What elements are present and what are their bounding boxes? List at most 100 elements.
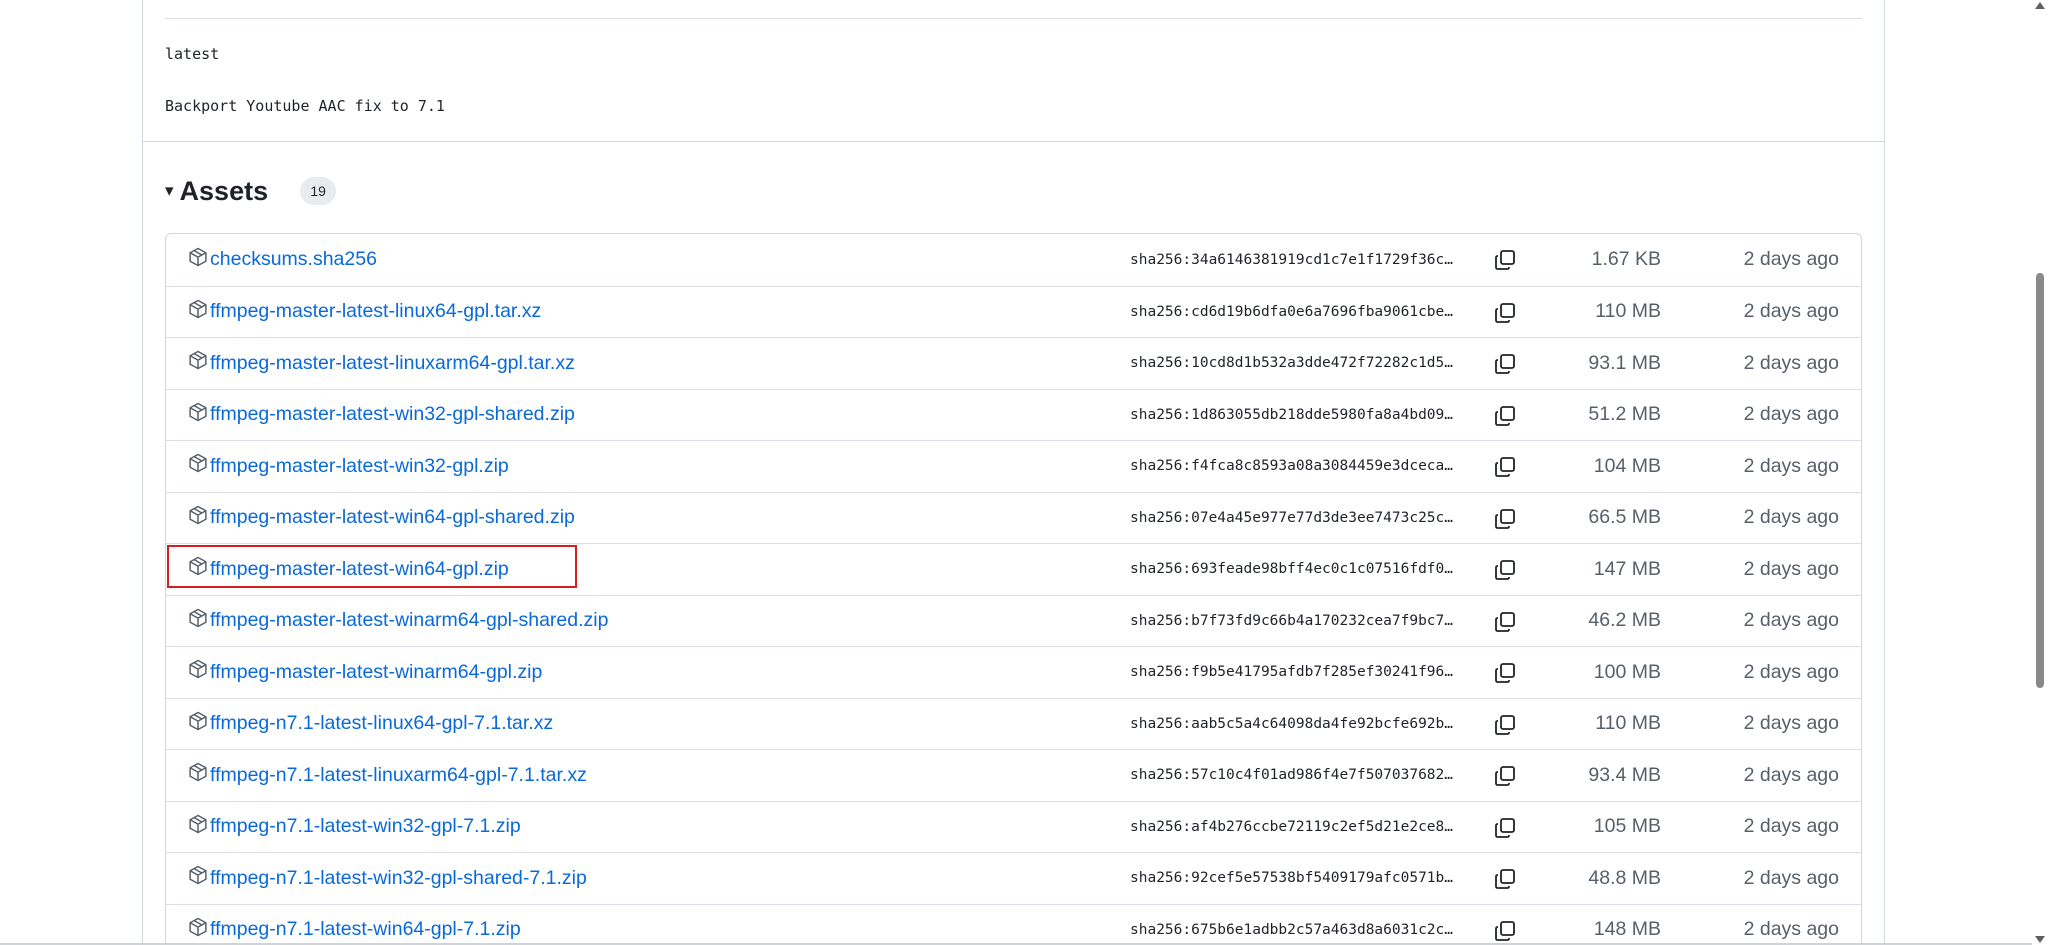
divider xyxy=(165,18,1862,19)
release-tag-text: latest xyxy=(165,45,220,63)
copy-icon[interactable] xyxy=(1493,352,1517,376)
asset-row: ffmpeg-n7.1-latest-win32-gpl-7.1.zip sha2… xyxy=(166,800,1861,853)
copy-icon[interactable] xyxy=(1493,764,1517,788)
asset-name: ffmpeg-master-latest-win64-gpl.zip xyxy=(210,557,509,580)
asset-name: ffmpeg-master-latest-linuxarm64-gpl.tar.… xyxy=(210,351,575,374)
asset-name: ffmpeg-n7.1-latest-win32-gpl-shared-7.1.… xyxy=(210,866,587,889)
asset-date: 2 days ago xyxy=(1743,300,1839,323)
asset-size: 105 MB xyxy=(1593,815,1661,838)
asset-name: ffmpeg-master-latest-winarm64-gpl-shared… xyxy=(210,609,609,632)
asset-row: ffmpeg-master-latest-linux64-gpl.tar.xz s… xyxy=(166,285,1861,338)
package-icon xyxy=(188,556,210,582)
asset-size: 66.5 MB xyxy=(1588,506,1661,529)
copy-icon[interactable] xyxy=(1493,610,1517,634)
asset-date: 2 days ago xyxy=(1743,660,1839,683)
asset-sha256: sha256:cd6d19b6dfa0e6a7696fba9061cbe… xyxy=(1130,303,1454,320)
assets-title: Assets xyxy=(179,175,269,206)
asset-download-link[interactable]: ffmpeg-master-latest-linuxarm64-gpl.tar.… xyxy=(188,338,575,389)
asset-sha256: sha256:f4fca8c8593a08a3084459e3dceca… xyxy=(1130,458,1454,475)
asset-size: 110 MB xyxy=(1595,712,1661,735)
asset-sha256: sha256:92cef5e57538bf5409179afc0571b… xyxy=(1130,870,1454,887)
asset-download-link[interactable]: ffmpeg-master-latest-win64-gpl.zip xyxy=(188,544,509,595)
asset-date: 2 days ago xyxy=(1743,248,1839,271)
scrollbar-thumb[interactable] xyxy=(2036,273,2044,688)
copy-icon[interactable] xyxy=(1493,558,1517,582)
asset-size: 93.4 MB xyxy=(1588,763,1661,786)
copy-icon[interactable] xyxy=(1493,919,1517,943)
asset-size: 104 MB xyxy=(1593,454,1661,477)
package-icon xyxy=(188,865,210,891)
asset-size: 93.1 MB xyxy=(1588,351,1661,374)
asset-size: 100 MB xyxy=(1593,660,1661,683)
copy-icon[interactable] xyxy=(1493,404,1517,428)
asset-name: ffmpeg-n7.1-latest-win64-gpl-7.1.zip xyxy=(210,918,521,941)
package-icon xyxy=(188,350,210,376)
asset-sha256: sha256:57c10c4f01ad986f4e7f507037682… xyxy=(1130,767,1454,784)
asset-date: 2 days ago xyxy=(1743,712,1839,735)
asset-name: ffmpeg-master-latest-win32-gpl-shared.zi… xyxy=(210,403,575,426)
copy-icon[interactable] xyxy=(1493,248,1517,272)
asset-name: ffmpeg-master-latest-win32-gpl.zip xyxy=(210,454,509,477)
asset-download-link[interactable]: ffmpeg-n7.1-latest-win32-gpl-7.1.zip xyxy=(188,802,521,853)
asset-download-link[interactable]: ffmpeg-n7.1-latest-win64-gpl-7.1.zip xyxy=(188,905,521,945)
asset-download-link[interactable]: ffmpeg-master-latest-winarm64-gpl.zip xyxy=(188,647,542,698)
copy-icon[interactable] xyxy=(1493,507,1517,531)
asset-download-link[interactable]: ffmpeg-master-latest-win32-gpl.zip xyxy=(188,441,509,492)
copy-icon[interactable] xyxy=(1493,816,1517,840)
asset-date: 2 days ago xyxy=(1743,403,1839,426)
asset-sha256: sha256:675b6e1adbb2c57a463d8a6031c2c… xyxy=(1130,921,1454,938)
asset-download-link[interactable]: ffmpeg-n7.1-latest-win32-gpl-shared-7.1.… xyxy=(188,853,587,904)
copy-icon[interactable] xyxy=(1493,455,1517,479)
asset-date: 2 days ago xyxy=(1743,918,1839,941)
asset-download-link[interactable]: ffmpeg-master-latest-win32-gpl-shared.zi… xyxy=(188,390,575,441)
asset-date: 2 days ago xyxy=(1743,815,1839,838)
asset-row: ffmpeg-n7.1-latest-win64-gpl-7.1.zip sha2… xyxy=(166,903,1861,945)
copy-icon[interactable] xyxy=(1493,301,1517,325)
scroll-down-arrow-icon[interactable] xyxy=(2035,936,2045,943)
package-icon xyxy=(188,917,210,943)
package-icon xyxy=(188,711,210,737)
package-icon xyxy=(188,762,210,788)
copy-icon[interactable] xyxy=(1493,713,1517,737)
copy-icon[interactable] xyxy=(1493,867,1517,891)
asset-row: ffmpeg-master-latest-win64-gpl-shared.zi… xyxy=(166,491,1861,544)
asset-row: ffmpeg-master-latest-winarm64-gpl-shared… xyxy=(166,594,1861,647)
asset-sha256: sha256:693feade98bff4ec0c1c07516fdf0… xyxy=(1130,561,1454,578)
scroll-up-arrow-icon[interactable] xyxy=(2035,2,2045,9)
asset-name: ffmpeg-n7.1-latest-linuxarm64-gpl-7.1.ta… xyxy=(210,763,587,786)
package-icon xyxy=(188,659,210,685)
asset-download-link[interactable]: ffmpeg-n7.1-latest-linuxarm64-gpl-7.1.ta… xyxy=(188,750,587,801)
asset-row: ffmpeg-master-latest-linuxarm64-gpl.tar.… xyxy=(166,337,1861,389)
release-description-text: Backport Youtube AAC fix to 7.1 xyxy=(165,97,445,115)
asset-date: 2 days ago xyxy=(1743,351,1839,374)
caret-down-icon: ▾ xyxy=(165,181,174,200)
asset-download-link[interactable]: ffmpeg-master-latest-linux64-gpl.tar.xz xyxy=(188,287,541,338)
asset-size: 46.2 MB xyxy=(1588,609,1661,632)
asset-sha256: sha256:f9b5e41795afdb7f285ef30241f96… xyxy=(1130,664,1454,681)
asset-sha256: sha256:10cd8d1b532a3dde472f72282c1d5… xyxy=(1130,355,1454,372)
asset-size: 148 MB xyxy=(1593,918,1661,941)
asset-name: ffmpeg-master-latest-winarm64-gpl.zip xyxy=(210,660,543,683)
asset-size: 1.67 KB xyxy=(1591,248,1661,271)
asset-date: 2 days ago xyxy=(1743,454,1839,477)
asset-sha256: sha256:1d863055db218dde5980fa8a4bd09… xyxy=(1130,406,1454,423)
asset-row: ffmpeg-master-latest-win32-gpl.zip sha256… xyxy=(166,440,1861,492)
asset-download-link[interactable]: ffmpeg-master-latest-win64-gpl-shared.zi… xyxy=(188,493,575,544)
assets-toggle[interactable]: ▾ Assets 19 xyxy=(165,171,337,211)
asset-row: ffmpeg-master-latest-winarm64-gpl.zip sha… xyxy=(166,646,1861,698)
copy-icon[interactable] xyxy=(1493,661,1517,685)
assets-count-badge: 19 xyxy=(300,177,337,205)
vertical-scrollbar[interactable] xyxy=(2032,0,2048,945)
asset-date: 2 days ago xyxy=(1743,609,1839,632)
asset-sha256: sha256:b7f73fd9c66b4a170232cea7f9bc7… xyxy=(1130,612,1454,629)
package-icon xyxy=(188,402,210,428)
asset-download-link[interactable]: ffmpeg-master-latest-winarm64-gpl-shared… xyxy=(188,596,608,647)
asset-download-link[interactable]: checksums.sha256 xyxy=(188,234,377,286)
asset-size: 48.8 MB xyxy=(1588,866,1661,889)
assets-list: checksums.sha256 sha256:34a6146381919cd1c… xyxy=(165,233,1862,945)
package-icon xyxy=(188,505,210,531)
asset-date: 2 days ago xyxy=(1743,557,1839,580)
release-page: latest Backport Youtube AAC fix to 7.1 ▾… xyxy=(0,0,2048,945)
asset-name: ffmpeg-master-latest-linux64-gpl.tar.xz xyxy=(210,300,542,323)
asset-download-link[interactable]: ffmpeg-n7.1-latest-linux64-gpl-7.1.tar.x… xyxy=(188,699,553,750)
